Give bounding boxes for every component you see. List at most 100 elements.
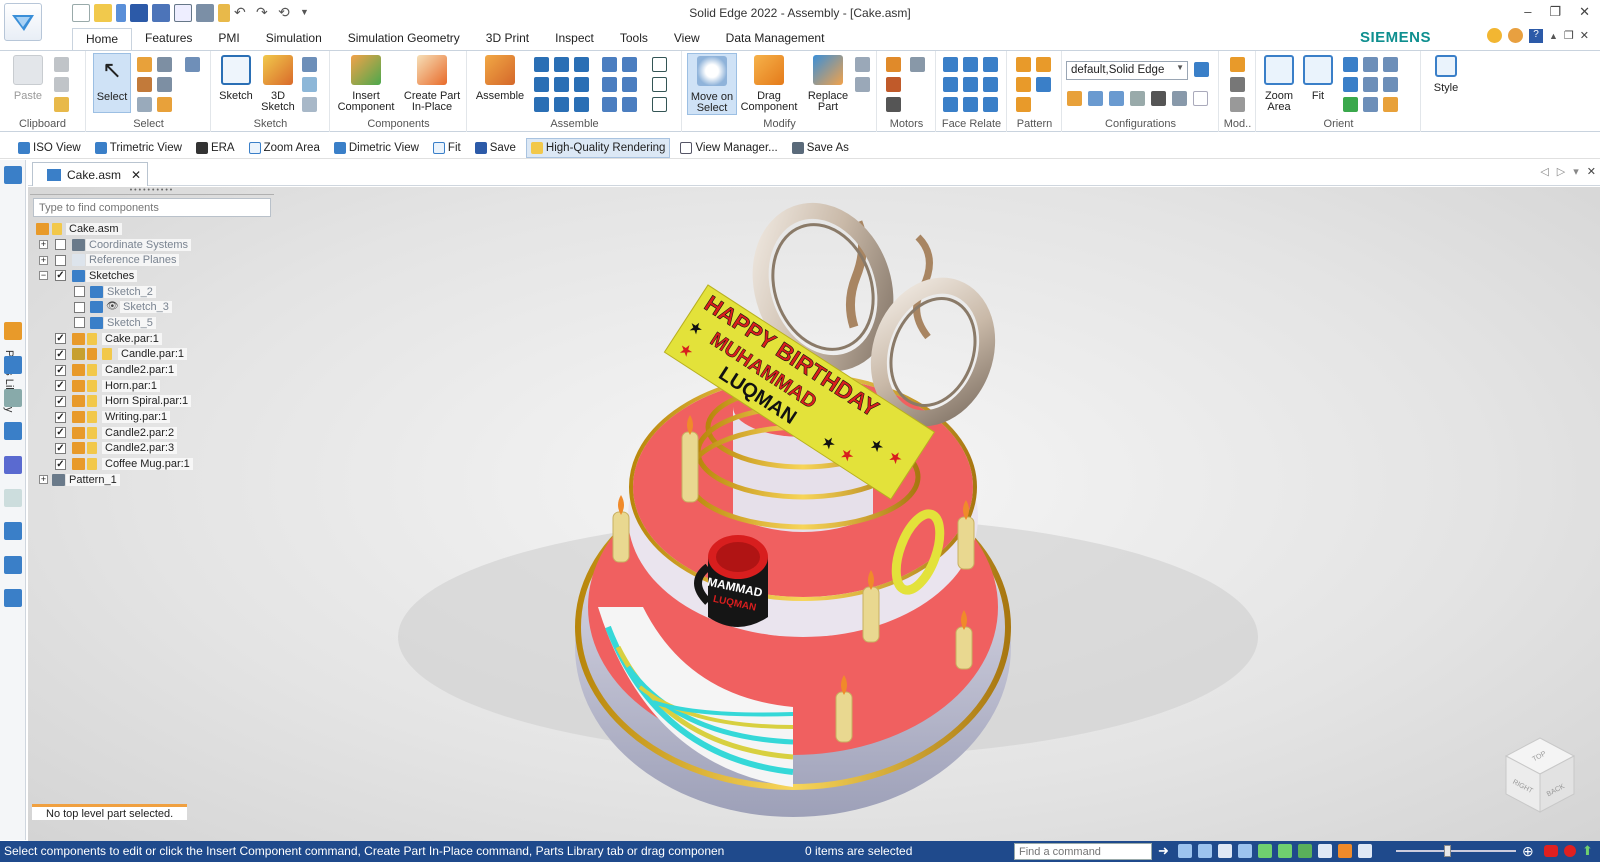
visibility-checkbox[interactable]: ✓ xyxy=(55,364,66,376)
visibility-checkbox[interactable] xyxy=(74,317,85,329)
zoom-icon[interactable] xyxy=(1343,57,1358,72)
fit-status-icon[interactable] xyxy=(1218,844,1232,858)
tab-list-icon[interactable]: ▾ xyxy=(1573,165,1579,178)
sketch-tool-2-icon[interactable] xyxy=(302,77,317,92)
face-relate-6-icon[interactable] xyxy=(983,77,998,92)
record-icon[interactable] xyxy=(1564,845,1576,857)
frown-icon[interactable] xyxy=(1508,28,1523,43)
rel-assistant-icon[interactable] xyxy=(652,77,667,92)
pan-icon[interactable] xyxy=(1363,57,1378,72)
link-tab-icon[interactable] xyxy=(4,489,22,507)
config-7-icon[interactable] xyxy=(1193,91,1208,106)
tab-3d-print[interactable]: 3D Print xyxy=(473,28,542,50)
cam-icon[interactable] xyxy=(602,77,617,92)
rigid-set-icon[interactable] xyxy=(602,97,617,112)
capture-fit-icon[interactable] xyxy=(652,97,667,112)
trimetric-view-button[interactable]: Trimetric View xyxy=(91,138,186,158)
tree-node-pattern[interactable]: + Pattern_1 xyxy=(30,472,274,488)
face-relate-9-icon[interactable] xyxy=(983,97,998,112)
sketch-tool-3-icon[interactable] xyxy=(302,97,317,112)
face-relate-8-icon[interactable] xyxy=(963,97,978,112)
tab-features[interactable]: Features xyxy=(132,28,205,50)
config-1-icon[interactable] xyxy=(1067,91,1082,106)
view-2-icon[interactable] xyxy=(1363,77,1378,92)
select-button[interactable]: ↖ Select xyxy=(93,53,131,113)
cut-icon[interactable] xyxy=(54,57,69,72)
application-menu-button[interactable] xyxy=(4,3,42,41)
center-plane-icon[interactable] xyxy=(554,97,569,112)
paste-button[interactable]: Paste xyxy=(6,55,50,102)
assembly-tab-icon[interactable] xyxy=(4,322,22,340)
tab-simulation-geometry[interactable]: Simulation Geometry xyxy=(335,28,473,50)
layers-tab-icon[interactable] xyxy=(4,389,22,407)
select-parts-icon[interactable] xyxy=(157,97,172,112)
tree-node-part[interactable]: ✓ Candle2.par:2 xyxy=(30,425,274,441)
help-tab-icon[interactable] xyxy=(4,356,22,374)
expand-icon[interactable]: + xyxy=(39,475,48,485)
motor-icon[interactable] xyxy=(886,57,901,72)
tab-home[interactable]: Home xyxy=(72,28,133,50)
motor-stop-icon[interactable] xyxy=(886,97,901,112)
visibility-checkbox[interactable] xyxy=(74,301,85,313)
modify-tool-1-icon[interactable] xyxy=(855,57,870,72)
sketch-button[interactable]: Sketch xyxy=(216,55,256,102)
view-cube[interactable]: TOP RIGHT BACK xyxy=(1500,734,1580,816)
insert-rel-icon[interactable] xyxy=(534,77,549,92)
face-relate-1-icon[interactable] xyxy=(943,57,958,72)
tree-node-sketch-2[interactable]: Sketch_2 xyxy=(30,284,274,300)
tab-prev-icon[interactable]: ◁ xyxy=(1540,165,1548,178)
visibility-checkbox[interactable]: ✓ xyxy=(55,411,66,423)
axial-align-icon[interactable] xyxy=(574,57,589,72)
visibility-checkbox[interactable]: ✓ xyxy=(55,333,66,345)
tree-node-part[interactable]: ✓ Writing.par:1 xyxy=(30,409,274,425)
sketch-view-status-icon[interactable] xyxy=(1298,844,1312,858)
doc-restore-icon[interactable]: ❐ xyxy=(1564,29,1574,42)
display-status-icon[interactable] xyxy=(1338,844,1352,858)
structure-tab-icon[interactable] xyxy=(4,556,22,574)
face-relate-5-icon[interactable] xyxy=(963,77,978,92)
tab-pmi[interactable]: PMI xyxy=(205,28,252,50)
config-4-icon[interactable] xyxy=(1130,91,1145,106)
create-part-in-place-button[interactable]: Create Part In-Place xyxy=(401,55,463,113)
tree-node-part[interactable]: ✓ Horn.par:1 xyxy=(30,378,274,394)
visibility-checkbox[interactable]: ✓ xyxy=(55,458,66,470)
view-3-icon[interactable] xyxy=(1383,77,1398,92)
path-icon[interactable] xyxy=(574,97,589,112)
face-relate-7-icon[interactable] xyxy=(943,97,958,112)
view-5-icon[interactable] xyxy=(1383,97,1398,112)
component-search-input[interactable] xyxy=(33,198,271,217)
tab-tools[interactable]: Tools xyxy=(607,28,661,50)
visibility-checkbox[interactable]: ✓ xyxy=(55,427,66,439)
visibility-checkbox[interactable] xyxy=(55,254,66,266)
views-tab-icon[interactable] xyxy=(4,522,22,540)
pathfinder-grip[interactable]: •••••••••• xyxy=(30,187,274,195)
tab-data-management[interactable]: Data Management xyxy=(713,28,838,50)
zoom-out-icon[interactable] xyxy=(1358,844,1372,858)
select-box-icon[interactable] xyxy=(157,77,172,92)
pattern-3-icon[interactable] xyxy=(1016,97,1031,112)
view-1-icon[interactable] xyxy=(1383,57,1398,72)
tree-node-part[interactable]: ✓ Cake.par:1 xyxy=(30,331,274,347)
close-icon[interactable]: ✕ xyxy=(1579,4,1590,20)
config-6-icon[interactable] xyxy=(1172,91,1187,106)
replace-part-button[interactable]: Replace Part xyxy=(801,55,855,113)
tab-inspect[interactable]: Inspect xyxy=(542,28,607,50)
tree-node-part[interactable]: ✓ Candle.par:1 xyxy=(30,347,274,363)
mirror-icon[interactable] xyxy=(1016,77,1031,92)
3d-sketch-button[interactable]: 3D Sketch xyxy=(258,55,298,113)
pan-status-icon[interactable] xyxy=(1238,844,1252,858)
find-icon[interactable] xyxy=(185,57,200,72)
tree-node-sketches[interactable]: − ✓ Sketches xyxy=(30,268,274,284)
view-style-status-icon[interactable] xyxy=(1318,844,1332,858)
relationship-grid-icon[interactable] xyxy=(652,57,667,72)
fit-toolbar-button[interactable]: Fit xyxy=(429,138,465,158)
select-tools-icon[interactable] xyxy=(137,57,152,72)
face-relate-4-icon[interactable] xyxy=(943,77,958,92)
camera-icon[interactable] xyxy=(1151,91,1166,106)
drag-component-button[interactable]: Drag Component xyxy=(739,55,799,113)
expand-icon[interactable]: + xyxy=(39,240,48,250)
visibility-checkbox[interactable] xyxy=(74,286,85,298)
tree-node-coordinate-systems[interactable]: + Coordinate Systems xyxy=(30,237,274,253)
video-icon[interactable] xyxy=(1544,845,1558,857)
arrow-right-icon[interactable]: ➜ xyxy=(1158,844,1172,858)
